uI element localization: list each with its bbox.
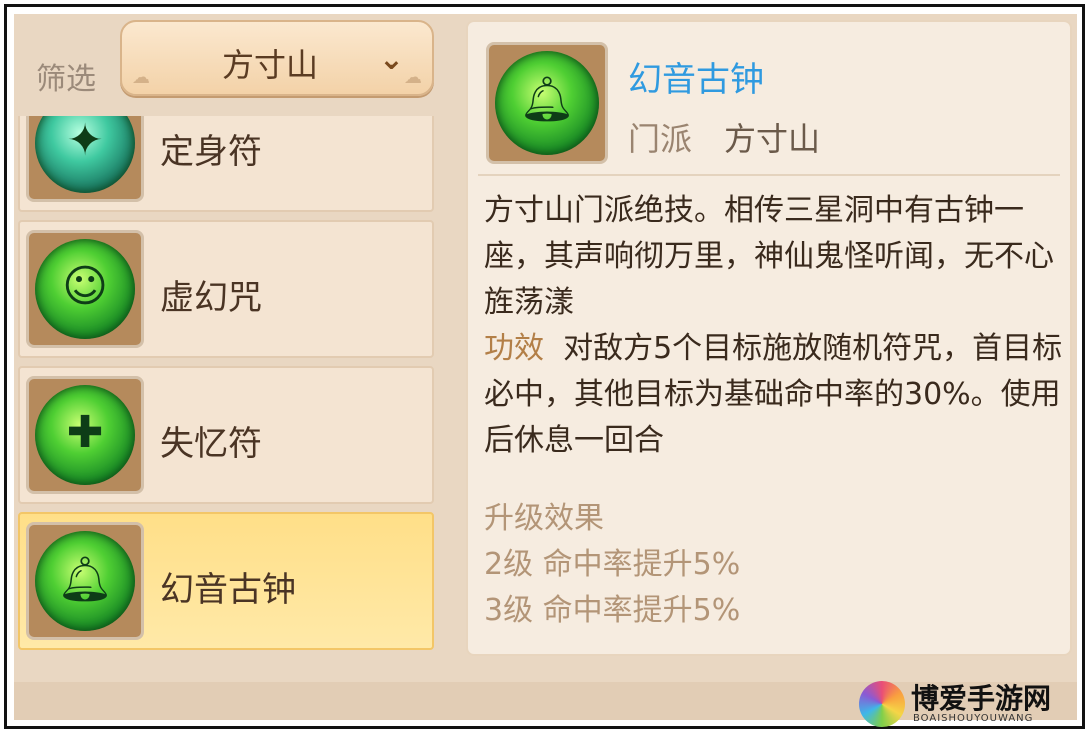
skill-item-selected[interactable]: 🔔︎ 幻音古钟 — [18, 512, 434, 650]
spirit-figure-icon: ✦ — [35, 116, 135, 193]
detail-icon-frame: 🔔︎ — [486, 42, 608, 164]
bell-icon: 🔔︎ — [495, 51, 599, 155]
skill-list[interactable]: ✦ 定身符 ☺ 虚幻咒 ✚ 失忆符 🔔︎ 幻音古钟 — [18, 116, 434, 656]
skill-description: 方寸山门派绝技。相传三星洞中有古钟一座，其声响彻万里，神仙鬼怪听闻，无不心旌荡漾… — [484, 188, 1064, 464]
flower-logo-icon — [859, 681, 905, 727]
description-text: 方寸山门派绝技。相传三星洞中有古钟一座，其声响彻万里，神仙鬼怪听闻，无不心旌荡漾 — [484, 193, 1054, 320]
skill-title: 幻音古钟 — [628, 60, 764, 100]
cloud-ornament-icon: ☁ — [132, 67, 150, 88]
skill-icon-frame: ✚ — [26, 376, 144, 494]
upgrade-title: 升级效果 — [484, 501, 604, 536]
skill-icon-frame: ✦ — [26, 116, 144, 202]
watermark-name: 博爱手游网 — [911, 682, 1052, 715]
chevron-down-icon: ⌄ — [378, 42, 404, 77]
upgrade-level-3: 3级 命中率提升5% — [484, 593, 741, 628]
skill-name: 定身符 — [160, 132, 262, 172]
skill-item[interactable]: ☺ 虚幻咒 — [18, 220, 434, 358]
green-ghost-icon: ☺ — [35, 239, 135, 339]
filter-label: 筛选 — [36, 62, 96, 97]
filter-selected-value: 方寸山 — [222, 46, 319, 84]
confused-figure-icon: ✚ — [35, 385, 135, 485]
watermark-sub: BOAISHOUYOUWANG — [913, 713, 1034, 724]
sect-label: 门派 — [628, 120, 693, 158]
skill-name: 幻音古钟 — [160, 570, 296, 610]
skill-item[interactable]: ✦ 定身符 — [18, 116, 434, 212]
upgrade-section: 升级效果 2级 命中率提升5% 3级 命中率提升5% — [484, 496, 740, 634]
effect-text: 对敌方5个目标施放随机符咒，首目标必中，其他目标为基础命中率的30%。使用后休息… — [484, 331, 1063, 458]
skill-icon-frame: 🔔︎ — [26, 522, 144, 640]
skill-icon-frame: ☺ — [26, 230, 144, 348]
divider — [478, 174, 1060, 176]
skill-item[interactable]: ✚ 失忆符 — [18, 366, 434, 504]
cloud-ornament-icon: ☁ — [404, 67, 422, 88]
sect-filter-dropdown[interactable]: ☁ 方寸山 ⌄ ☁ — [120, 20, 434, 96]
skill-name: 虚幻咒 — [160, 278, 262, 318]
skill-window: 筛选 ☁ 方寸山 ⌄ ☁ ✦ 定身符 ☺ 虚幻咒 ✚ 失忆符 🔔︎ 幻音古钟 🔔… — [14, 14, 1077, 720]
sect-value: 方寸山 — [724, 120, 821, 158]
skill-detail-panel: 🔔︎ 幻音古钟 门派 方寸山 方寸山门派绝技。相传三星洞中有古钟一座，其声响彻万… — [466, 20, 1072, 656]
upgrade-level-2: 2级 命中率提升5% — [484, 547, 741, 582]
effect-label: 功效 — [484, 331, 544, 366]
watermark: 博爱手游网 BOAISHOUYOUWANG — [859, 679, 1073, 729]
skill-name: 失忆符 — [160, 424, 262, 464]
bell-icon: 🔔︎ — [35, 531, 135, 631]
